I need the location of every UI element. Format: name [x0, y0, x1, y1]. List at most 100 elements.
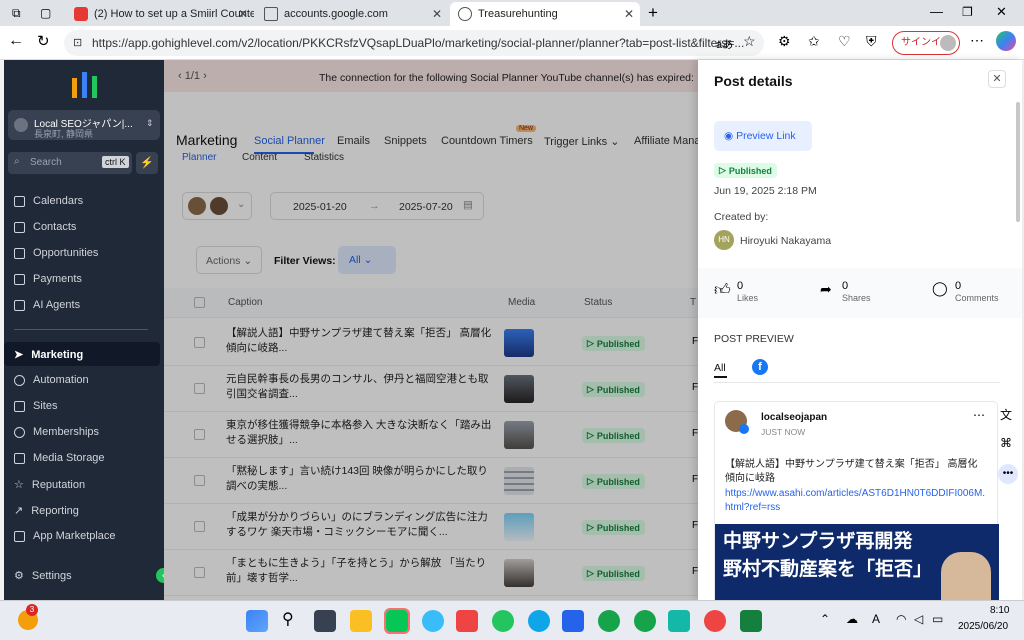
contacts-icon [14, 221, 25, 233]
chrome-profile-icon[interactable] [598, 610, 620, 632]
sidebar-item-settings[interactable]: ⚙ Settings [14, 569, 72, 583]
search-icon: ⌕ [14, 156, 20, 167]
sidebar-item-contacts[interactable]: Contacts [14, 221, 76, 233]
close-icon[interactable]: ✕ [432, 7, 442, 21]
translate-icon[interactable]: 文 [1000, 406, 1012, 423]
sidebar-item-marketing[interactable]: ➤ Marketing [14, 348, 83, 362]
globe-app-icon[interactable] [422, 610, 444, 632]
chrome-profile-2-icon[interactable] [634, 610, 656, 632]
star-icon: ☆ [14, 479, 24, 491]
share-icon: ➦ [820, 281, 832, 297]
apps-icon[interactable]: ⌘ [1000, 436, 1012, 450]
tab-treasurehunting[interactable]: Treasurehunting ✕ [450, 2, 640, 26]
cloud-icon[interactable]: ☁ [846, 612, 858, 626]
clock-time[interactable]: 8:10 [990, 605, 1009, 616]
sidebar-item-media-storage[interactable]: Media Storage [14, 452, 105, 464]
shield-icon[interactable]: ⛨ [866, 33, 877, 50]
excel-icon[interactable] [740, 610, 762, 632]
location-switcher[interactable]: Local SEOジャパン|... 長泉町, 静岡県 ⇕ [8, 110, 160, 140]
modal-overlay[interactable] [164, 60, 698, 600]
youtube-icon [74, 7, 88, 21]
tab-smiirl[interactable]: (2) How to set up a Smiirl Counte ✕ [66, 2, 254, 26]
chrome-icon[interactable] [492, 610, 514, 632]
eye-icon: ◉ [724, 130, 734, 142]
start-icon[interactable] [246, 610, 268, 632]
taskbar: 3 ⚲ ⌃ ☁ A ◠ ◁ ▭ 8:10 2025/06/20 [0, 600, 1024, 640]
close-window-button[interactable]: ✕ [996, 4, 1007, 20]
search-icon[interactable]: ⚲ [282, 609, 294, 629]
sidebar-item-reputation[interactable]: ☆ Reputation [14, 478, 85, 492]
favorite-star-icon[interactable]: ☆ [743, 33, 756, 50]
post-link[interactable]: https://www.asahi.com/articles/AST6D1HN0… [725, 487, 987, 515]
read-aloud-icon[interactable]: aあ [716, 36, 733, 52]
battery-icon[interactable]: ▭ [932, 612, 943, 626]
edge-side-rail: 文 ⌘ ••• [996, 400, 1020, 484]
send-icon: ➤ [14, 349, 24, 361]
close-panel-button[interactable]: ✕ [988, 70, 1006, 88]
panel-scrollbar[interactable] [1016, 102, 1020, 222]
sidebar-item-memberships[interactable]: Memberships [14, 426, 99, 438]
thumbs-up-icon: 👍︎ [714, 282, 731, 299]
sidebar-item-ai-agents[interactable]: AI Agents [14, 299, 80, 311]
assistant-icon[interactable]: ••• [998, 464, 1018, 484]
ime-icon[interactable]: A [872, 612, 880, 626]
more-icon[interactable]: ⋯ [973, 408, 985, 422]
new-tab-button[interactable]: + [648, 3, 658, 23]
sidebar-item-app-marketplace[interactable]: App Marketplace [14, 530, 116, 542]
facebook-icon[interactable]: f [752, 359, 768, 375]
image-icon [14, 452, 25, 464]
chevron-up-icon[interactable]: ⌃ [820, 612, 830, 626]
divider [714, 382, 1000, 383]
engagement-stats: 👍︎ 0 Likes ➦ 0 Shares ◯ 0 Comments [698, 268, 1022, 318]
word-icon[interactable] [562, 610, 584, 632]
post-details-panel: Post details ✕ ◉ Preview Link ▷ Publishe… [698, 60, 1022, 600]
calendar-icon [14, 195, 25, 207]
globe-icon [458, 7, 472, 21]
close-icon[interactable]: ✕ [624, 7, 634, 21]
sidebar-item-payments[interactable]: Payments [14, 273, 82, 285]
opportunities-icon [14, 247, 25, 259]
file-explorer-icon[interactable] [350, 610, 372, 632]
post-image: 中野サンプラザ再開発 野村不動産案を「拒否」 [715, 524, 999, 600]
v-app-icon[interactable] [668, 610, 690, 632]
minimize-button[interactable]: — [930, 4, 943, 19]
avatar [940, 35, 956, 51]
back-icon[interactable]: ← [8, 32, 24, 50]
close-icon[interactable]: ✕ [238, 7, 248, 21]
more-icon[interactable]: ⋯ [970, 32, 984, 49]
chrome-profile-3-icon[interactable] [704, 610, 726, 632]
volume-icon[interactable]: ◁ [914, 612, 923, 626]
preview-link-button[interactable]: ◉ Preview Link [714, 121, 812, 151]
refresh-icon[interactable]: ↻ [37, 32, 50, 50]
favorites-icon[interactable]: ✩ [808, 33, 820, 50]
payments-icon [14, 273, 25, 285]
clock-date[interactable]: 2025/06/20 [958, 621, 1008, 632]
sidebar-item-reporting[interactable]: ↗ Reporting [14, 504, 79, 518]
sidebar-item-sites[interactable]: Sites [14, 400, 57, 412]
sparkle-icon [14, 299, 25, 311]
maximize-button[interactable]: ❐ [962, 5, 973, 19]
task-view-icon[interactable] [314, 610, 336, 632]
search-input[interactable]: ⌕ Search ctrl K [8, 152, 132, 174]
quick-action-button[interactable]: ⚡ [136, 152, 158, 174]
edge-icon[interactable] [528, 610, 550, 632]
heart-icon[interactable]: ♡ [838, 33, 851, 50]
copilot-icon[interactable] [996, 31, 1016, 51]
sites-icon [14, 400, 25, 412]
workspaces-icon[interactable]: ⧉ [12, 6, 21, 21]
sidebar-item-automation[interactable]: Automation [14, 374, 89, 386]
line-app-icon[interactable] [384, 608, 410, 634]
wifi-icon[interactable]: ◠ [896, 612, 906, 626]
extensions-icon[interactable]: ⚙ [778, 33, 791, 50]
sidebar-item-calendars[interactable]: Calendars [14, 195, 83, 207]
site-info-icon[interactable]: ⊡ [73, 30, 82, 56]
tab-google-accounts[interactable]: accounts.google.com ✕ [256, 2, 448, 26]
signin-button[interactable]: サインイン [892, 31, 960, 55]
preview-tab-all[interactable]: All [714, 362, 726, 374]
sidebar-item-opportunities[interactable]: Opportunities [14, 247, 98, 259]
url-field[interactable]: ⊡ https://app.gohighlevel.com/v2/locatio… [64, 30, 764, 56]
avatar: HN [714, 230, 734, 250]
youtube-icon[interactable] [456, 610, 478, 632]
location-icon [14, 118, 28, 132]
tab-actions-icon[interactable]: ▢ [40, 6, 51, 20]
